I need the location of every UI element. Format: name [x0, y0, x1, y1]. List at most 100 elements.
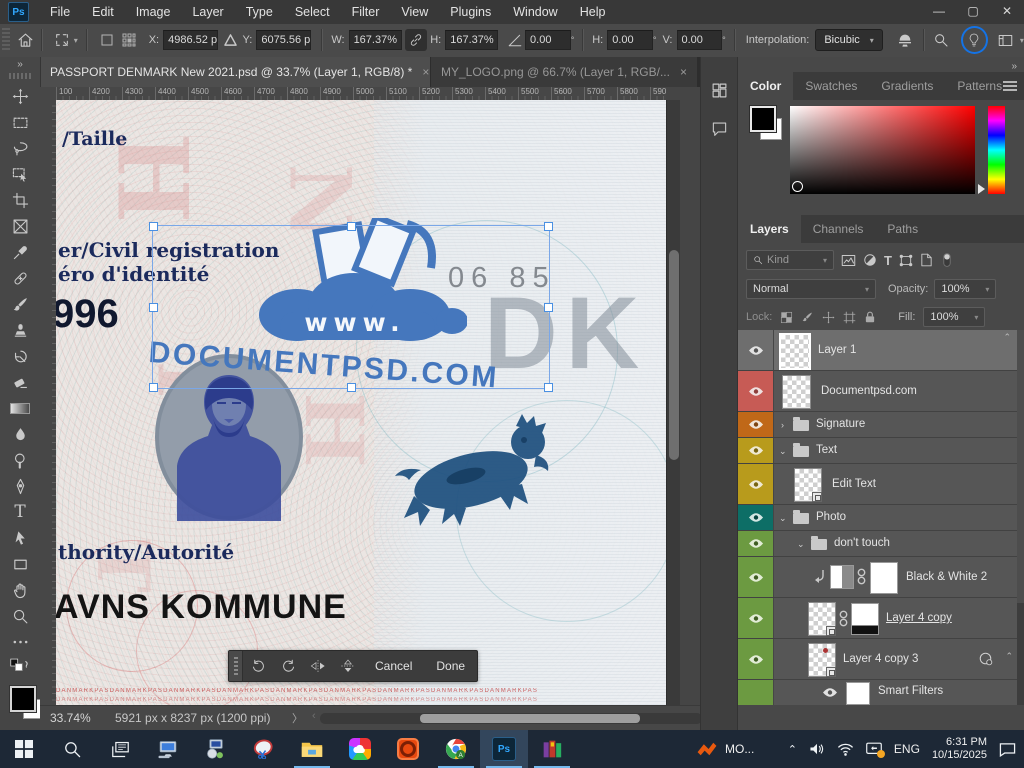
layer-thumbnail[interactable] — [779, 333, 811, 370]
menu-item[interactable]: Window — [502, 0, 568, 24]
interpolation-dropdown[interactable]: Bicubic▾ — [815, 29, 882, 51]
saturation-brightness-field[interactable] — [790, 106, 975, 194]
brush-tool[interactable] — [0, 291, 40, 317]
task-view-icon[interactable] — [96, 730, 144, 768]
layer-thumbnail[interactable] — [808, 602, 836, 636]
action-center-icon[interactable] — [999, 742, 1016, 757]
tab-paths[interactable]: Paths — [875, 215, 930, 243]
rotate-ccw-button[interactable] — [243, 651, 273, 681]
cancel-button[interactable]: Cancel — [363, 659, 424, 673]
layer-row-layer-4-copy-3[interactable]: Layer 4 copy 3 ⌃ — [738, 639, 1017, 680]
visibility-eye-icon[interactable] — [748, 572, 764, 583]
scroll-left-arrow[interactable]: ‹ — [312, 710, 316, 722]
collapse-effects-chevron[interactable]: ⌃ — [1005, 651, 1013, 662]
lock-position-icon[interactable] — [822, 311, 835, 324]
document-tab-logo[interactable]: MY_LOGO.png @ 66.7% (Layer 1, RGB/...× — [430, 57, 697, 87]
tab-swatches[interactable]: Swatches — [793, 72, 869, 100]
creative-cloud-icon[interactable] — [336, 730, 384, 768]
zoom-level-field[interactable]: 33.74% — [50, 711, 91, 725]
menu-item[interactable]: View — [390, 0, 439, 24]
horizontal-scrollbar[interactable] — [320, 713, 702, 724]
rotation-field[interactable]: 0.00 — [525, 30, 571, 50]
visibility-eye-icon[interactable] — [748, 538, 764, 549]
type-tool[interactable]: T — [0, 499, 40, 525]
visibility-eye-icon[interactable] — [748, 479, 764, 490]
rotate-cw-button[interactable] — [273, 651, 303, 681]
layer-thumbnail[interactable] — [794, 468, 822, 502]
drag-grip[interactable] — [229, 651, 243, 681]
panel-menu-icon[interactable] — [1003, 81, 1017, 91]
menu-item[interactable]: Image — [125, 0, 182, 24]
menu-item[interactable]: Layer — [181, 0, 234, 24]
done-button[interactable]: Done — [424, 659, 477, 673]
transform-handle-nw[interactable] — [149, 222, 158, 231]
close-button[interactable]: ✕ — [990, 0, 1024, 24]
tab-gradients[interactable]: Gradients — [869, 72, 945, 100]
layer-thumbnail[interactable] — [808, 643, 836, 677]
layer-row-layer-4-copy[interactable]: Layer 4 copy — [738, 598, 1017, 639]
visibility-eye-icon[interactable] — [748, 445, 764, 456]
transform-handle-e[interactable] — [544, 303, 553, 312]
volume-icon[interactable] — [809, 742, 825, 756]
layer-name[interactable]: Layer 1 — [818, 344, 856, 356]
hue-slider-marker[interactable] — [978, 184, 985, 194]
visibility-eye-icon[interactable] — [748, 613, 764, 624]
tab-channels[interactable]: Channels — [801, 215, 876, 243]
layer-name[interactable]: Edit Text — [832, 478, 876, 490]
layer-row-dont-touch-group[interactable]: ⌄ don't touch — [738, 531, 1017, 557]
filter-smart-objects-icon[interactable] — [920, 253, 933, 267]
lock-artboard-icon[interactable] — [843, 311, 856, 324]
flip-horizontal-button[interactable] — [303, 651, 333, 681]
filter-kind-dropdown[interactable]: Kind ▾ — [746, 250, 834, 270]
clock[interactable]: 6:31 PM 10/15/2025 — [932, 736, 987, 762]
default-colors-icon[interactable] — [0, 655, 40, 677]
flip-vertical-button[interactable] — [333, 651, 363, 681]
smart-filter-indicator-icon[interactable] — [978, 651, 993, 666]
layer-mask-thumbnail[interactable] — [870, 562, 898, 594]
opacity-field[interactable]: 100%▾ — [934, 279, 996, 299]
panel-grip[interactable] — [2, 28, 10, 52]
maintain-aspect-ratio-icon[interactable] — [405, 29, 428, 51]
expand-chevron-icon[interactable]: › — [781, 420, 784, 430]
transform-handle-se[interactable] — [544, 383, 553, 392]
warp-mode-icon[interactable] — [891, 33, 919, 47]
layer-name[interactable]: Signature — [816, 418, 865, 430]
taskbar-app-mo[interactable]: MO... — [696, 741, 754, 757]
transform-handle-sw[interactable] — [149, 383, 158, 392]
menu-item[interactable]: Type — [235, 0, 284, 24]
gradient-tool[interactable] — [0, 395, 40, 421]
lock-pixels-icon[interactable] — [801, 311, 814, 324]
red-app-icon[interactable] — [384, 730, 432, 768]
comments-panel-icon[interactable] — [701, 113, 738, 143]
close-tab-icon[interactable]: × — [680, 65, 687, 79]
discover-lightbulb-icon[interactable] — [961, 26, 988, 54]
collapse-chevron-icon[interactable]: ⌄ — [797, 539, 805, 550]
layer-row-black-white-2[interactable]: Black & White 2 — [738, 557, 1017, 598]
close-tab-icon[interactable]: × — [422, 65, 429, 79]
layer-name[interactable]: Layer 4 copy 3 — [843, 653, 918, 665]
transform-bounding-box[interactable] — [152, 225, 550, 389]
collapse-chevron-icon[interactable]: ⌄ — [779, 446, 787, 457]
adjustment-layer-thumbnail[interactable] — [830, 565, 854, 589]
filter-type-layers-icon[interactable]: T — [884, 253, 892, 268]
vertical-ruler[interactable] — [40, 100, 57, 705]
h-skew-field[interactable]: 0.00 — [607, 30, 653, 50]
layer-name[interactable]: Text — [816, 444, 837, 456]
foreground-background-swatches[interactable] — [10, 686, 44, 722]
color-picker-ring[interactable] — [792, 181, 803, 192]
layer-row-edit-text[interactable]: Edit Text — [738, 464, 1017, 505]
fill-field[interactable]: 100%▾ — [923, 307, 985, 327]
relative-positioning-icon[interactable] — [218, 34, 242, 46]
clone-stamp-tool[interactable] — [0, 317, 40, 343]
spot-healing-brush-tool[interactable] — [0, 265, 40, 291]
v-skew-field[interactable]: 0.00 — [677, 30, 723, 50]
layer-mask-thumbnail[interactable] — [851, 603, 879, 635]
transform-handle-w[interactable] — [149, 303, 158, 312]
hue-slider[interactable] — [988, 106, 1005, 194]
this-pc-icon[interactable] — [144, 730, 192, 768]
lock-transparency-icon[interactable] — [780, 311, 793, 324]
menu-item[interactable]: Help — [569, 0, 617, 24]
layer-name[interactable]: Documentpsd.com — [821, 385, 917, 397]
transform-handle-ne[interactable] — [544, 222, 553, 231]
layer-row-layer-1[interactable]: Layer 1 ⌃ — [738, 330, 1017, 371]
